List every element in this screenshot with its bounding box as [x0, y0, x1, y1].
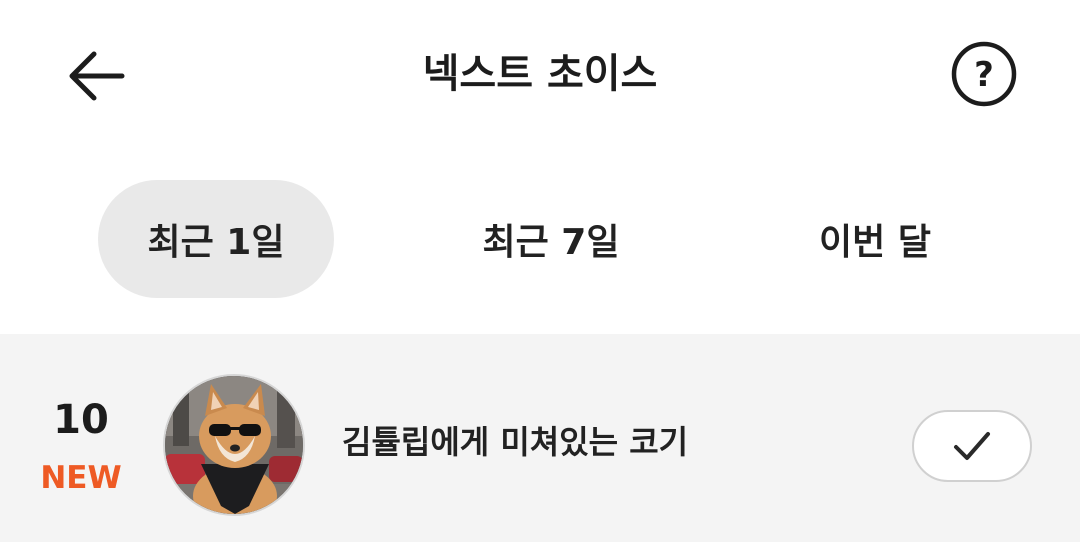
check-icon — [954, 432, 990, 460]
header-bar: 넥스트 초이스 ? — [0, 0, 1080, 150]
period-tabs: 최근 1일 최근 7일 이번 달 — [0, 180, 1080, 298]
avatar[interactable] — [163, 374, 305, 516]
new-badge: NEW — [40, 460, 122, 496]
tab-recent-7-days[interactable]: 최근 7일 — [433, 180, 669, 298]
tab-this-month[interactable]: 이번 달 — [757, 180, 993, 298]
question-circle-icon: ? — [951, 41, 1017, 107]
corgi-avatar-image — [165, 376, 303, 514]
tab-recent-1-day[interactable]: 최근 1일 — [98, 180, 334, 298]
ranking-list: 10 NEW 김튤립에게 미쳐있는 코기 — [0, 334, 1080, 542]
rank-number: 10 — [53, 397, 109, 443]
list-item[interactable]: 10 NEW 김튤립에게 미쳐있는 코기 — [0, 334, 1080, 542]
svg-text:?: ? — [974, 55, 994, 95]
help-button[interactable]: ? — [948, 38, 1020, 110]
check-button[interactable] — [912, 410, 1032, 482]
item-title: 김튤립에게 미쳐있는 코기 — [342, 423, 689, 461]
page-title: 넥스트 초이스 — [422, 51, 658, 97]
